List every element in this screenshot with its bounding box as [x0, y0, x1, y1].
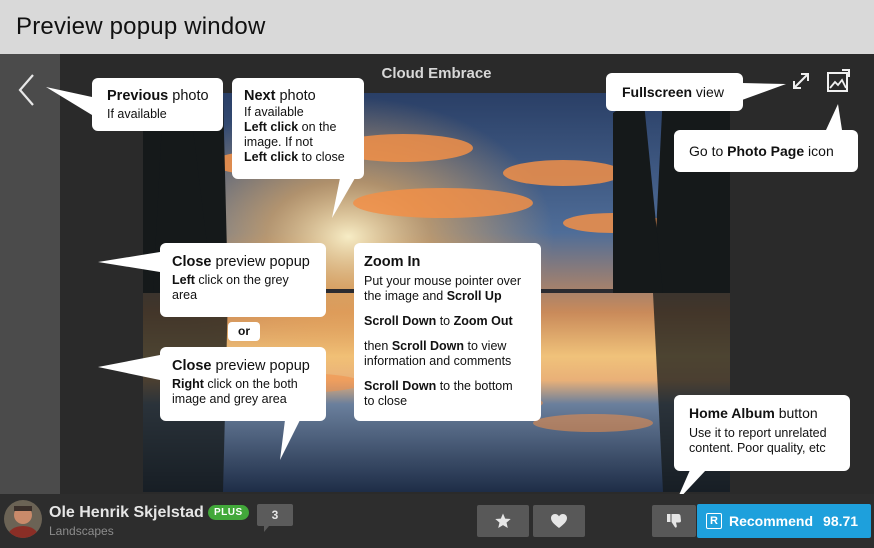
plus-badge: PLUS	[208, 505, 249, 520]
page-heading: Preview popup window	[16, 13, 266, 40]
like-heart-button[interactable]	[533, 505, 585, 537]
fullscreen-icon[interactable]	[790, 70, 812, 92]
heart-icon	[551, 514, 567, 528]
zoom-in-callout: Zoom In Put your mouse pointer over the …	[354, 243, 541, 421]
thumbs-down-icon	[667, 514, 681, 528]
photo-page-icon[interactable]	[825, 67, 852, 94]
home-album-button[interactable]	[652, 505, 696, 537]
recommend-score: 98.71	[823, 513, 859, 529]
previous-photo-callout: Previous photo If available	[92, 78, 223, 131]
recommend-label: Recommend	[729, 513, 814, 529]
category-label[interactable]: Landscapes	[49, 524, 114, 538]
close-left-click-callout: Close preview popup Left click on the gr…	[160, 243, 326, 317]
favorite-star-button[interactable]	[477, 505, 529, 537]
comments-count[interactable]: 3	[257, 504, 293, 526]
footer-bar: Ole Henrik Skjelstad PLUS Landscapes 3 R…	[0, 494, 874, 548]
author-name[interactable]: Ole Henrik Skjelstad	[49, 504, 204, 522]
photo-page-callout: Go to Photo Page icon	[674, 130, 858, 172]
chevron-left-icon[interactable]	[14, 70, 42, 110]
grey-side-area[interactable]	[0, 54, 60, 494]
header: Preview popup window	[0, 0, 874, 54]
close-right-click-callout: Close preview popup Right click on the b…	[160, 347, 326, 421]
comments-bubble-tail	[264, 526, 274, 532]
or-label: or	[228, 322, 260, 341]
fullscreen-callout: Fullscreen view	[606, 73, 743, 111]
star-icon	[495, 513, 511, 528]
avatar[interactable]	[4, 500, 42, 538]
home-album-callout: Home Album button Use it to report unrel…	[674, 395, 850, 471]
recommend-r-icon: R	[706, 513, 722, 529]
recommend-button[interactable]: R Recommend 98.71	[697, 504, 871, 538]
next-photo-callout: Next photo If available Left click on th…	[232, 78, 364, 179]
